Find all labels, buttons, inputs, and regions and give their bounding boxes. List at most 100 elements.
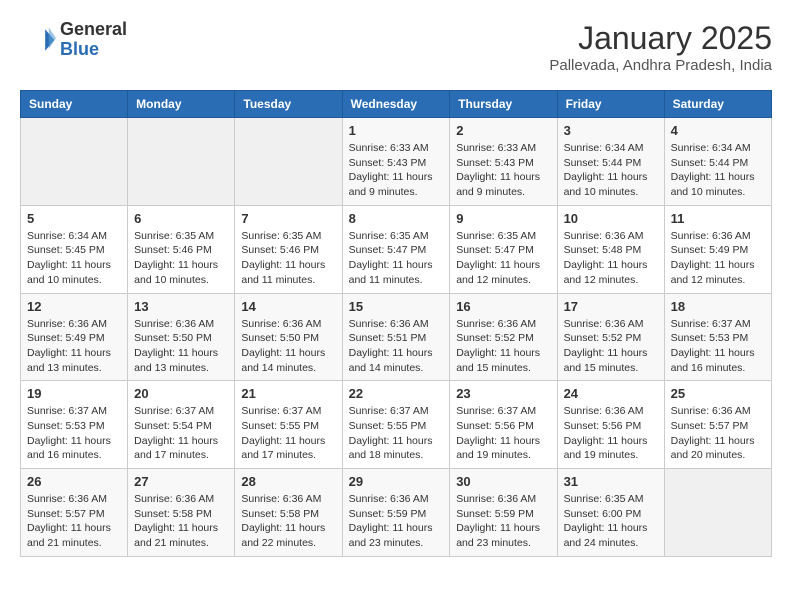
day-info: Sunrise: 6:36 AM Sunset: 5:50 PM Dayligh… <box>134 317 228 376</box>
day-number: 20 <box>134 386 228 401</box>
day-info: Sunrise: 6:36 AM Sunset: 5:58 PM Dayligh… <box>241 492 335 551</box>
calendar-week-row: 19 Sunrise: 6:37 AM Sunset: 5:53 PM Dayli… <box>21 381 772 469</box>
day-number: 13 <box>134 299 228 314</box>
day-info: Sunrise: 6:36 AM Sunset: 5:59 PM Dayligh… <box>349 492 444 551</box>
day-number: 21 <box>241 386 335 401</box>
calendar-cell: 10 Sunrise: 6:36 AM Sunset: 5:48 PM Dayli… <box>557 205 664 293</box>
calendar-cell: 13 Sunrise: 6:36 AM Sunset: 5:50 PM Dayli… <box>128 293 235 381</box>
day-number: 30 <box>456 474 550 489</box>
day-info: Sunrise: 6:34 AM Sunset: 5:44 PM Dayligh… <box>671 141 765 200</box>
calendar-cell: 7Sunrise: 6:35 AM Sunset: 5:46 PM Daylig… <box>235 205 342 293</box>
day-info: Sunrise: 6:37 AM Sunset: 5:55 PM Dayligh… <box>349 404 444 463</box>
calendar-cell <box>128 118 235 206</box>
calendar-cell: 17Sunrise: 6:36 AM Sunset: 5:52 PM Dayli… <box>557 293 664 381</box>
day-info: Sunrise: 6:37 AM Sunset: 5:56 PM Dayligh… <box>456 404 550 463</box>
day-number: 4 <box>671 123 765 138</box>
calendar-cell: 9 Sunrise: 6:35 AM Sunset: 5:47 PM Daylig… <box>450 205 557 293</box>
calendar-cell: 29Sunrise: 6:36 AM Sunset: 5:59 PM Dayli… <box>342 469 450 557</box>
day-number: 10 <box>564 211 658 226</box>
weekday-header: Sunday <box>21 91 128 118</box>
logo-text: General Blue <box>60 20 127 60</box>
day-number: 9 <box>456 211 550 226</box>
calendar-cell: 25Sunrise: 6:36 AM Sunset: 5:57 PM Dayli… <box>664 381 771 469</box>
calendar-cell: 19 Sunrise: 6:37 AM Sunset: 5:53 PM Dayli… <box>21 381 128 469</box>
location: Pallevada, Andhra Pradesh, India <box>549 57 772 74</box>
weekday-header: Friday <box>557 91 664 118</box>
calendar-cell <box>21 118 128 206</box>
day-info: Sunrise: 6:34 AM Sunset: 5:44 PM Dayligh… <box>564 141 658 200</box>
day-number: 14 <box>241 299 335 314</box>
day-number: 3 <box>564 123 658 138</box>
day-number: 27 <box>134 474 228 489</box>
calendar-cell: 16 Sunrise: 6:36 AM Sunset: 5:52 PM Dayli… <box>450 293 557 381</box>
day-info: Sunrise: 6:33 AM Sunset: 5:43 PM Dayligh… <box>349 141 444 200</box>
day-info: Sunrise: 6:36 AM Sunset: 5:51 PM Dayligh… <box>349 317 444 376</box>
day-info: Sunrise: 6:36 AM Sunset: 5:49 PM Dayligh… <box>27 317 121 376</box>
calendar-cell: 1 Sunrise: 6:33 AM Sunset: 5:43 PM Daylig… <box>342 118 450 206</box>
calendar-cell: 11 Sunrise: 6:36 AM Sunset: 5:49 PM Dayli… <box>664 205 771 293</box>
calendar-cell: 26Sunrise: 6:36 AM Sunset: 5:57 PM Dayli… <box>21 469 128 557</box>
title-section: January 2025 Pallevada, Andhra Pradesh, … <box>549 20 772 74</box>
day-info: Sunrise: 6:36 AM Sunset: 5:49 PM Dayligh… <box>671 229 765 288</box>
day-info: Sunrise: 6:33 AM Sunset: 5:43 PM Dayligh… <box>456 141 550 200</box>
day-info: Sunrise: 6:35 AM Sunset: 5:47 PM Dayligh… <box>349 229 444 288</box>
day-info: Sunrise: 6:36 AM Sunset: 5:52 PM Dayligh… <box>456 317 550 376</box>
calendar-table: SundayMondayTuesdayWednesdayThursdayFrid… <box>20 90 772 557</box>
calendar-cell: 20 Sunrise: 6:37 AM Sunset: 5:54 PM Dayli… <box>128 381 235 469</box>
day-number: 12 <box>27 299 121 314</box>
day-number: 31 <box>564 474 658 489</box>
day-info: Sunrise: 6:36 AM Sunset: 5:57 PM Dayligh… <box>671 404 765 463</box>
day-info: Sunrise: 6:36 AM Sunset: 5:59 PM Dayligh… <box>456 492 550 551</box>
calendar-cell: 15 Sunrise: 6:36 AM Sunset: 5:51 PM Dayli… <box>342 293 450 381</box>
day-info: Sunrise: 6:36 AM Sunset: 5:48 PM Dayligh… <box>564 229 658 288</box>
weekday-header: Monday <box>128 91 235 118</box>
day-number: 15 <box>349 299 444 314</box>
calendar-week-row: 5Sunrise: 6:34 AM Sunset: 5:45 PM Daylig… <box>21 205 772 293</box>
calendar-cell: 22Sunrise: 6:37 AM Sunset: 5:55 PM Dayli… <box>342 381 450 469</box>
day-info: Sunrise: 6:35 AM Sunset: 5:47 PM Dayligh… <box>456 229 550 288</box>
weekday-header: Saturday <box>664 91 771 118</box>
day-number: 19 <box>27 386 121 401</box>
day-number: 1 <box>349 123 444 138</box>
calendar-cell: 3 Sunrise: 6:34 AM Sunset: 5:44 PM Daylig… <box>557 118 664 206</box>
calendar-cell: 2 Sunrise: 6:33 AM Sunset: 5:43 PM Daylig… <box>450 118 557 206</box>
calendar-cell: 4 Sunrise: 6:34 AM Sunset: 5:44 PM Daylig… <box>664 118 771 206</box>
calendar-header-row: SundayMondayTuesdayWednesdayThursdayFrid… <box>21 91 772 118</box>
logo: General Blue <box>20 20 127 60</box>
day-number: 6 <box>134 211 228 226</box>
calendar-week-row: 12 Sunrise: 6:36 AM Sunset: 5:49 PM Dayli… <box>21 293 772 381</box>
day-number: 11 <box>671 211 765 226</box>
day-info: Sunrise: 6:35 AM Sunset: 6:00 PM Dayligh… <box>564 492 658 551</box>
day-info: Sunrise: 6:37 AM Sunset: 5:54 PM Dayligh… <box>134 404 228 463</box>
logo-general: General <box>60 20 127 40</box>
day-number: 16 <box>456 299 550 314</box>
month-title: January 2025 <box>549 20 772 57</box>
calendar-week-row: 26Sunrise: 6:36 AM Sunset: 5:57 PM Dayli… <box>21 469 772 557</box>
day-number: 2 <box>456 123 550 138</box>
day-number: 18 <box>671 299 765 314</box>
page-header: General Blue January 2025 Pallevada, And… <box>20 20 772 74</box>
day-number: 28 <box>241 474 335 489</box>
day-info: Sunrise: 6:36 AM Sunset: 5:56 PM Dayligh… <box>564 404 658 463</box>
day-info: Sunrise: 6:37 AM Sunset: 5:53 PM Dayligh… <box>27 404 121 463</box>
day-info: Sunrise: 6:36 AM Sunset: 5:50 PM Dayligh… <box>241 317 335 376</box>
calendar-cell: 5Sunrise: 6:34 AM Sunset: 5:45 PM Daylig… <box>21 205 128 293</box>
weekday-header: Tuesday <box>235 91 342 118</box>
day-info: Sunrise: 6:36 AM Sunset: 5:57 PM Dayligh… <box>27 492 121 551</box>
calendar-cell: 27 Sunrise: 6:36 AM Sunset: 5:58 PM Dayli… <box>128 469 235 557</box>
calendar-cell: 12 Sunrise: 6:36 AM Sunset: 5:49 PM Dayli… <box>21 293 128 381</box>
day-number: 7 <box>241 211 335 226</box>
calendar-cell <box>664 469 771 557</box>
calendar-cell: 21 Sunrise: 6:37 AM Sunset: 5:55 PM Dayli… <box>235 381 342 469</box>
logo-blue: Blue <box>60 40 127 60</box>
day-number: 17 <box>564 299 658 314</box>
day-number: 5 <box>27 211 121 226</box>
day-number: 8 <box>349 211 444 226</box>
day-number: 23 <box>456 386 550 401</box>
calendar-cell: 28 Sunrise: 6:36 AM Sunset: 5:58 PM Dayli… <box>235 469 342 557</box>
day-info: Sunrise: 6:35 AM Sunset: 5:46 PM Dayligh… <box>134 229 228 288</box>
day-info: Sunrise: 6:36 AM Sunset: 5:58 PM Dayligh… <box>134 492 228 551</box>
day-info: Sunrise: 6:37 AM Sunset: 5:55 PM Dayligh… <box>241 404 335 463</box>
calendar-cell: 18 Sunrise: 6:37 AM Sunset: 5:53 PM Dayli… <box>664 293 771 381</box>
day-info: Sunrise: 6:37 AM Sunset: 5:53 PM Dayligh… <box>671 317 765 376</box>
